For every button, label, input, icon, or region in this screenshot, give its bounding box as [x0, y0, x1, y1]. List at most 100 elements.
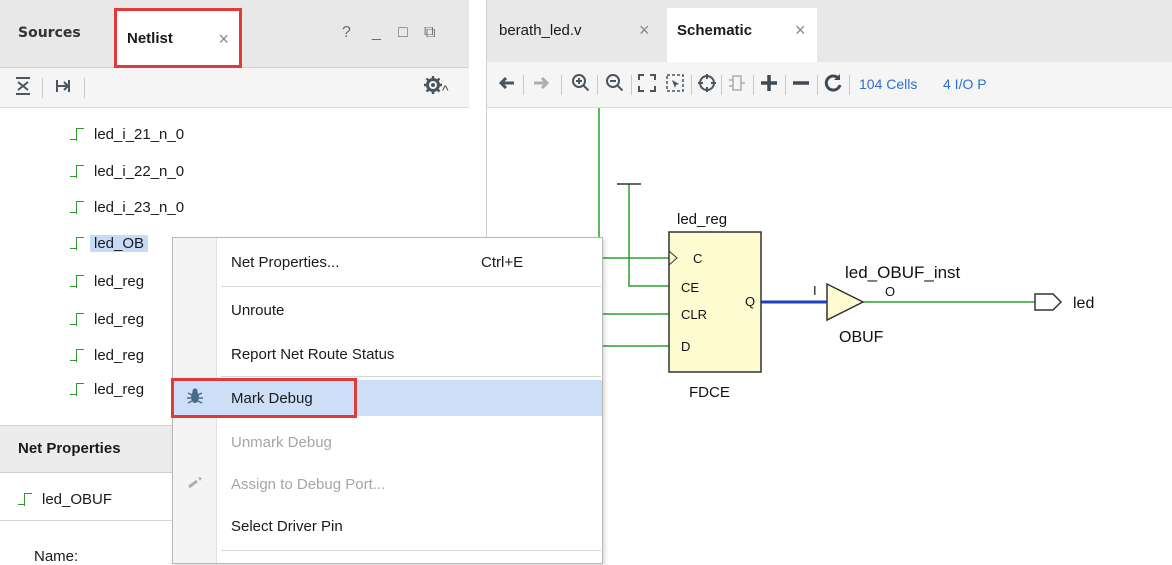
zoom-in-icon[interactable] — [571, 73, 591, 99]
net-properties-item: led_OBUF — [18, 486, 112, 512]
net-icon — [70, 127, 84, 141]
close-icon[interactable]: × — [218, 29, 229, 50]
tab-sources[interactable]: Sources — [18, 20, 81, 46]
zoom-area-icon[interactable] — [665, 73, 685, 99]
io-count: 4 I/O P — [943, 76, 987, 92]
net-icon — [70, 382, 84, 396]
tree-item[interactable]: led_reg — [70, 266, 144, 296]
help-icon[interactable]: ? — [342, 24, 351, 42]
tree-item[interactable]: led_reg — [70, 374, 144, 404]
reg-instance-label: led_reg — [677, 211, 727, 228]
schematic-toolbar: 104 Cells 4 I/O P — [487, 62, 1172, 108]
net-icon — [70, 312, 84, 326]
tree-item[interactable]: led_reg — [70, 304, 144, 334]
float-icon[interactable]: ⧉ — [424, 24, 435, 42]
wires — [587, 108, 1035, 348]
minimize-icon[interactable]: _ — [372, 24, 381, 42]
netlist-toolbar — [0, 68, 469, 108]
pin-c-label: C — [693, 251, 702, 266]
close-icon[interactable]: × — [795, 20, 806, 41]
tab-netlist-label: Netlist — [127, 29, 173, 47]
context-menu: Net Properties... Ctrl+E Unroute Report … — [171, 237, 603, 564]
bug-icon — [183, 387, 207, 409]
toolbar-divider — [817, 75, 818, 95]
collapse-all-icon[interactable] — [14, 76, 32, 101]
tab-berath-led-v[interactable]: berath_led.v — [499, 22, 582, 39]
maximize-icon[interactable]: □ — [398, 24, 408, 42]
menu-separator — [221, 376, 601, 377]
tree-item-label: led_i_23_n_0 — [94, 198, 185, 216]
menu-item-unmark-debug[interactable]: Unmark Debug — [173, 424, 602, 460]
menu-item-label: Select Driver Pin — [231, 517, 343, 535]
fdce-cell[interactable]: led_reg C CE CLR D Q FDCE — [668, 211, 762, 401]
fit-icon[interactable] — [637, 73, 657, 99]
menu-item-label: Unmark Debug — [231, 433, 332, 451]
net-icon — [70, 348, 84, 362]
tree-item-selected[interactable]: led_OB — [70, 228, 149, 258]
tree-item[interactable]: led_i_22_n_0 — [70, 156, 184, 186]
buf-instance-label: led_OBUF_inst — [845, 263, 961, 282]
net-icon — [70, 274, 84, 288]
plus-icon[interactable] — [759, 73, 779, 99]
close-icon[interactable]: × — [639, 20, 650, 41]
name-field-label: Name: — [34, 548, 79, 565]
pin-clr-label: CLR — [681, 307, 707, 322]
menu-item-mark-debug[interactable]: Mark Debug — [173, 380, 602, 416]
obuf-cell[interactable]: I O led_OBUF_inst OBUF — [807, 263, 961, 346]
menu-item-unroute[interactable]: Unroute — [173, 292, 602, 328]
zoom-out-icon[interactable] — [605, 73, 625, 99]
scroll-up-icon[interactable]: ^ — [442, 82, 449, 98]
menu-item-label: Assign to Debug Port... — [231, 475, 386, 493]
toolbar-divider — [42, 78, 43, 98]
tree-item-label: led_reg — [94, 272, 145, 290]
tree-item[interactable]: led_reg — [70, 340, 144, 370]
port-shape — [1034, 293, 1063, 311]
tree-item-label: led_reg — [94, 380, 145, 398]
gear-icon[interactable] — [424, 76, 442, 99]
refresh-icon[interactable] — [823, 73, 843, 99]
tab-netlist[interactable]: Netlist × — [114, 8, 242, 68]
pin-i-label: I — [813, 283, 817, 298]
menu-item-shortcut: Ctrl+E — [481, 253, 524, 271]
tree-item-label: led_reg — [94, 346, 145, 364]
net-icon — [70, 236, 84, 250]
net-properties-item-label: led_OBUF — [42, 490, 113, 508]
pin-q-label: Q — [745, 294, 755, 309]
forward-arrow-icon[interactable] — [531, 73, 551, 99]
tree-item[interactable]: led_i_23_n_0 — [70, 192, 184, 222]
toolbar-divider — [561, 75, 562, 95]
crosshair-icon[interactable] — [697, 73, 717, 99]
menu-item-label: Net Properties... — [231, 253, 340, 271]
right-tab-bar: berath_led.v × Schematic × — [487, 0, 1172, 62]
tab-schematic-label: Schematic — [677, 22, 753, 39]
toolbar-divider — [631, 75, 632, 95]
pin-d-label: D — [681, 339, 690, 354]
menu-item-assign-to-debug-port[interactable]: Assign to Debug Port... — [173, 466, 602, 502]
menu-item-net-properties[interactable]: Net Properties... Ctrl+E — [173, 244, 602, 280]
buf-type-label: OBUF — [839, 329, 884, 346]
tree-item-label: led_i_22_n_0 — [94, 162, 185, 180]
pin-ce-label: CE — [681, 280, 699, 295]
net-icon — [70, 200, 84, 214]
expand-all-icon[interactable] — [54, 76, 72, 101]
toolbar-divider — [84, 78, 85, 98]
back-arrow-icon[interactable] — [497, 73, 517, 99]
toolbar-divider — [753, 75, 754, 95]
toolbar-divider — [849, 75, 850, 95]
tree-item-label: led_i_21_n_0 — [94, 125, 185, 143]
tab-schematic[interactable]: Schematic × — [667, 8, 817, 62]
toolbar-divider — [691, 75, 692, 95]
reg-type-label: FDCE — [689, 384, 730, 401]
menu-item-label: Report Net Route Status — [231, 345, 395, 363]
menu-item-select-driver-pin[interactable]: Select Driver Pin — [173, 508, 602, 544]
minus-icon[interactable] — [791, 73, 811, 99]
menu-separator — [221, 286, 601, 287]
menu-separator — [221, 550, 601, 551]
output-port[interactable]: led — [1034, 293, 1094, 312]
net-properties-title: Net Properties — [18, 440, 121, 457]
tree-item[interactable]: led_i_21_n_0 — [70, 119, 184, 149]
pin-o-label: O — [885, 284, 895, 299]
cells-count: 104 Cells — [859, 76, 918, 92]
menu-item-report-net-route-status[interactable]: Report Net Route Status — [173, 336, 602, 372]
split-icon[interactable] — [727, 73, 747, 99]
